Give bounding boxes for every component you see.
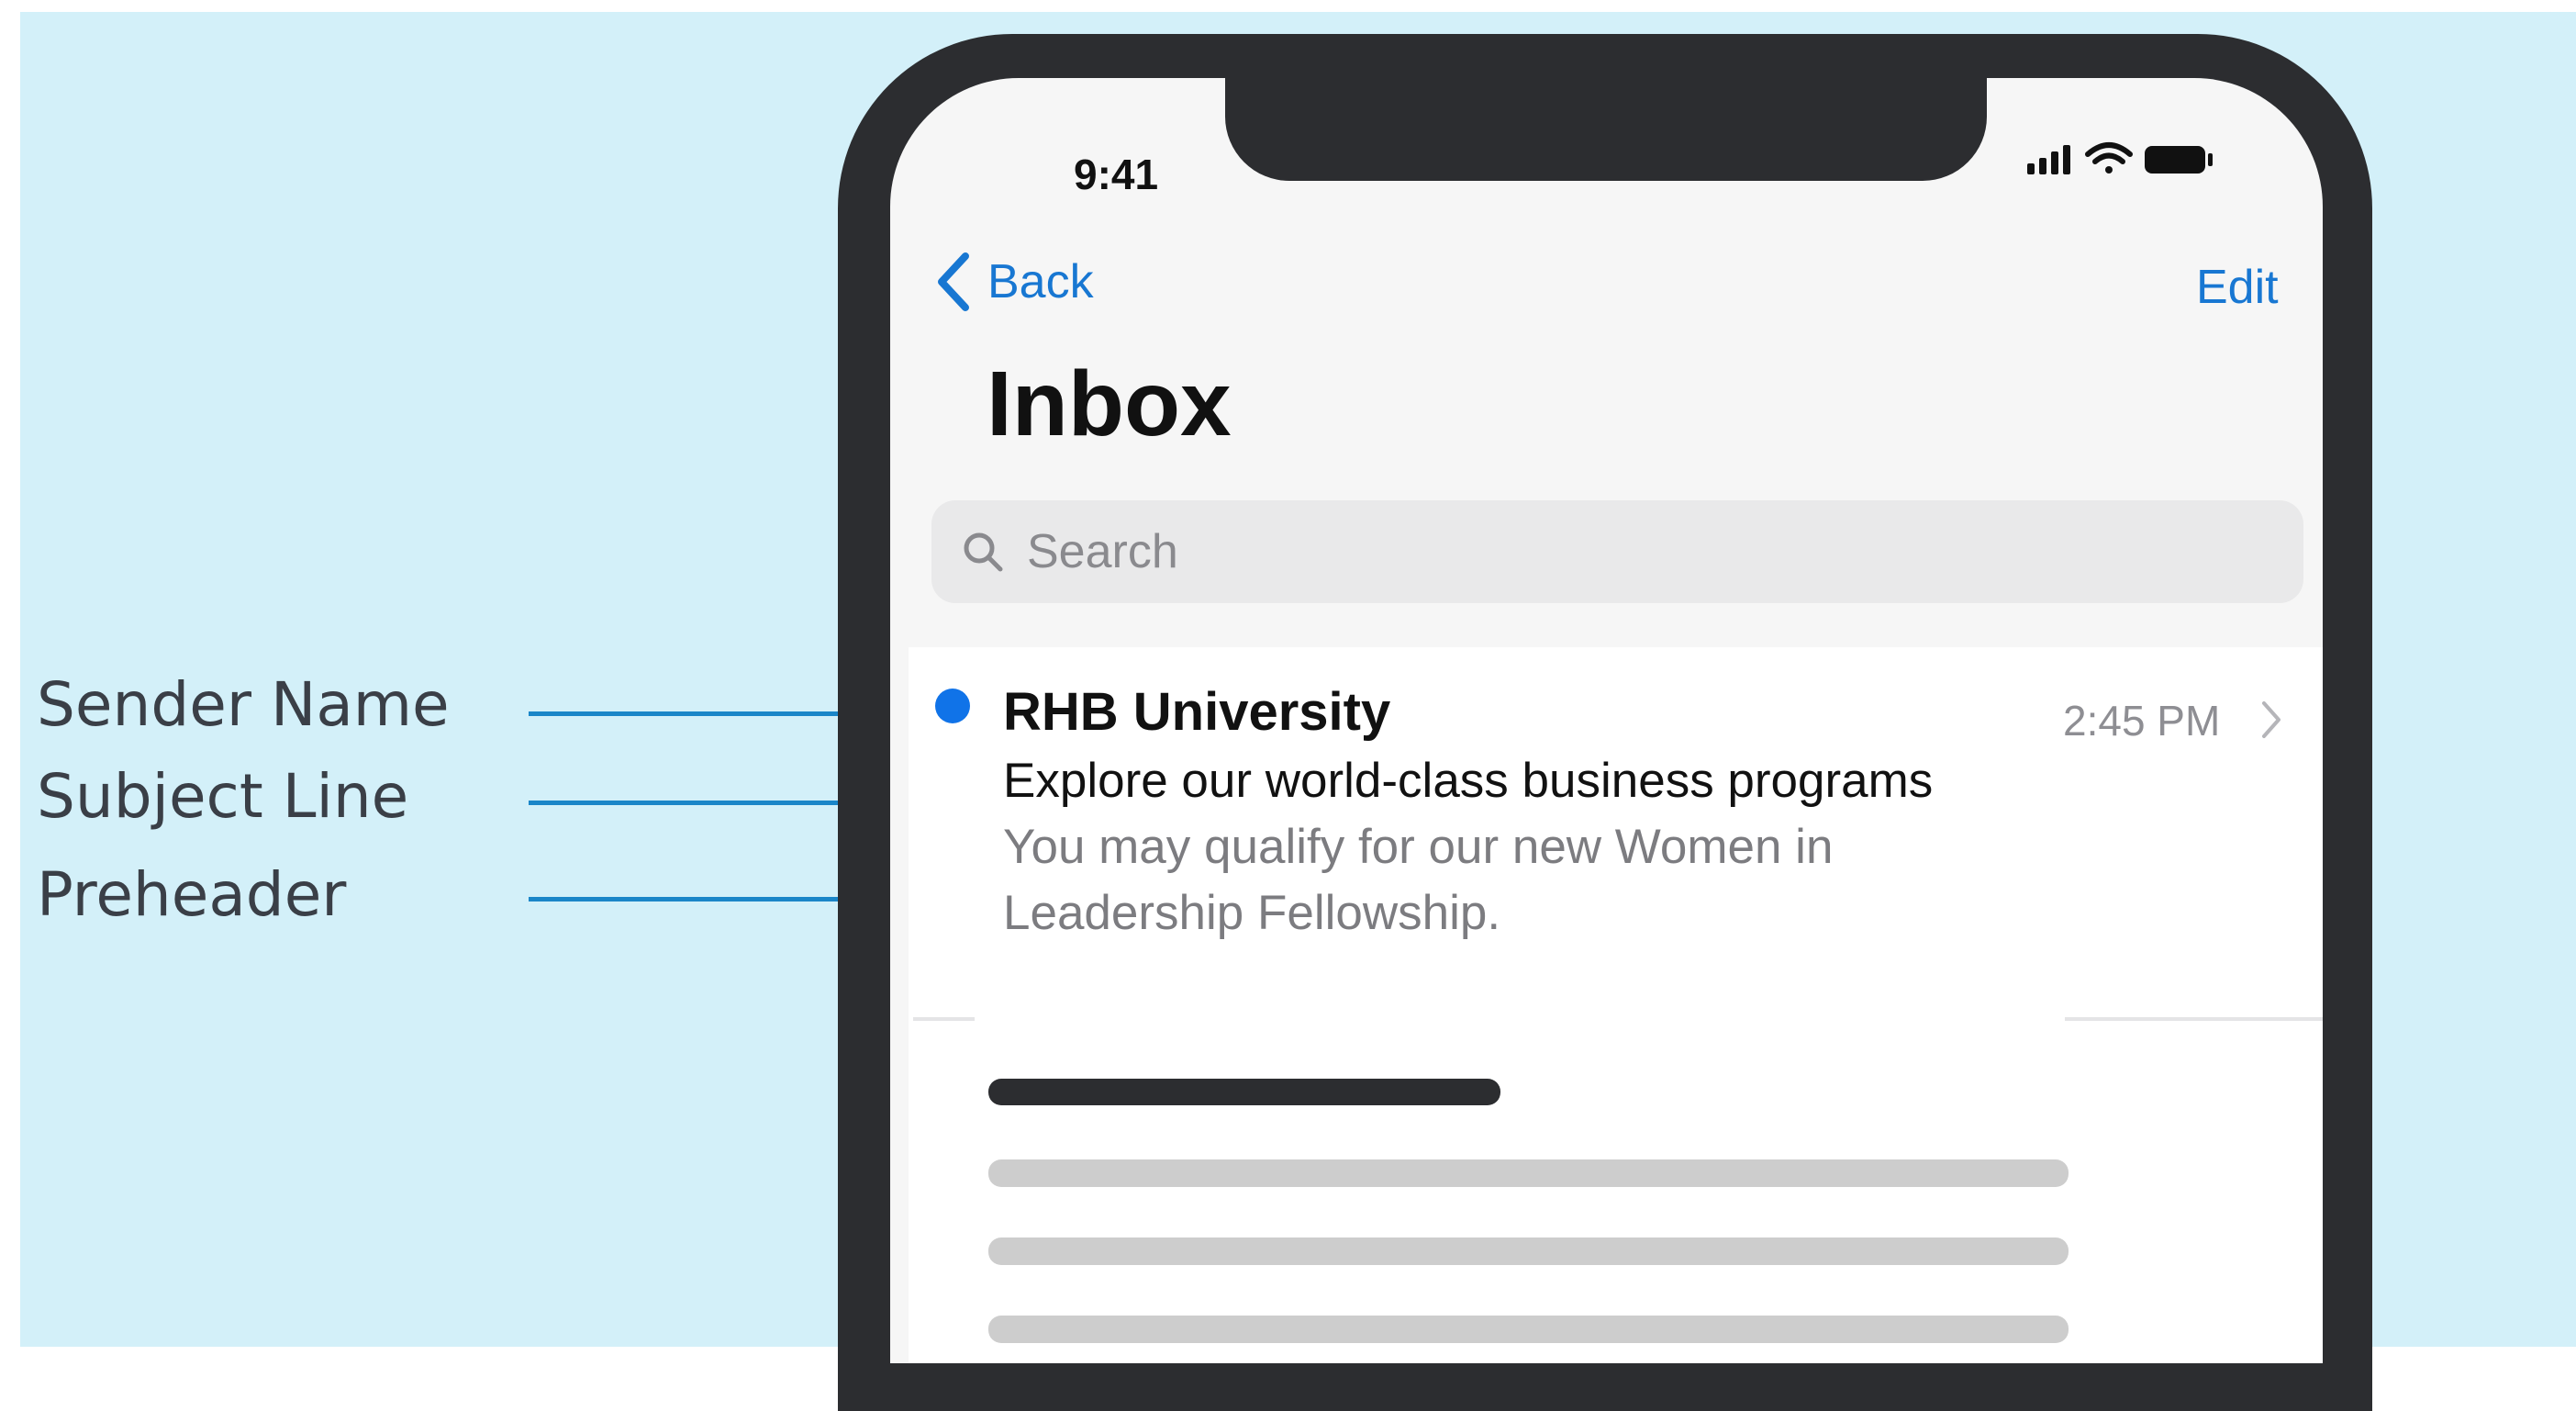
page-title: Inbox xyxy=(987,353,1232,455)
back-button[interactable]: Back xyxy=(936,250,1094,314)
message-time: 2:45 PM xyxy=(2063,697,2221,745)
preheader-text: You may qualify for our new Women in Lea… xyxy=(1003,820,1834,940)
edit-button[interactable]: Edit xyxy=(2196,260,2279,315)
subject-line: Explore our world-class business program… xyxy=(1003,754,1934,808)
search-input[interactable] xyxy=(1025,523,2222,580)
placeholder-text-bar xyxy=(988,1159,2069,1187)
placeholder-text-bar xyxy=(988,1237,2069,1265)
chevron-right-icon xyxy=(2262,701,2280,738)
search-bar[interactable] xyxy=(931,500,2303,603)
back-label: Back xyxy=(987,255,1094,308)
phone-notch xyxy=(1225,78,1987,181)
divider xyxy=(2065,1017,2323,1021)
battery-icon xyxy=(2145,146,2213,174)
placeholder-text-bar xyxy=(988,1316,2069,1343)
sender-name: RHB University xyxy=(1003,682,1391,742)
search-icon xyxy=(964,532,1003,572)
status-time: 9:41 xyxy=(1074,151,1159,198)
placeholder-title-bar xyxy=(988,1079,1500,1105)
divider xyxy=(913,1017,975,1021)
chevron-left-icon xyxy=(938,252,969,311)
signal-icon xyxy=(2027,145,2070,174)
annotation-line-sender xyxy=(529,711,872,716)
annotation-preheader: Preheader xyxy=(37,859,347,930)
annotation-sender-name: Sender Name xyxy=(37,669,450,740)
annotation-subject-line: Subject Line xyxy=(37,761,409,832)
status-icons xyxy=(2024,138,2225,184)
wifi-icon xyxy=(2085,142,2133,174)
unread-indicator xyxy=(935,689,970,723)
